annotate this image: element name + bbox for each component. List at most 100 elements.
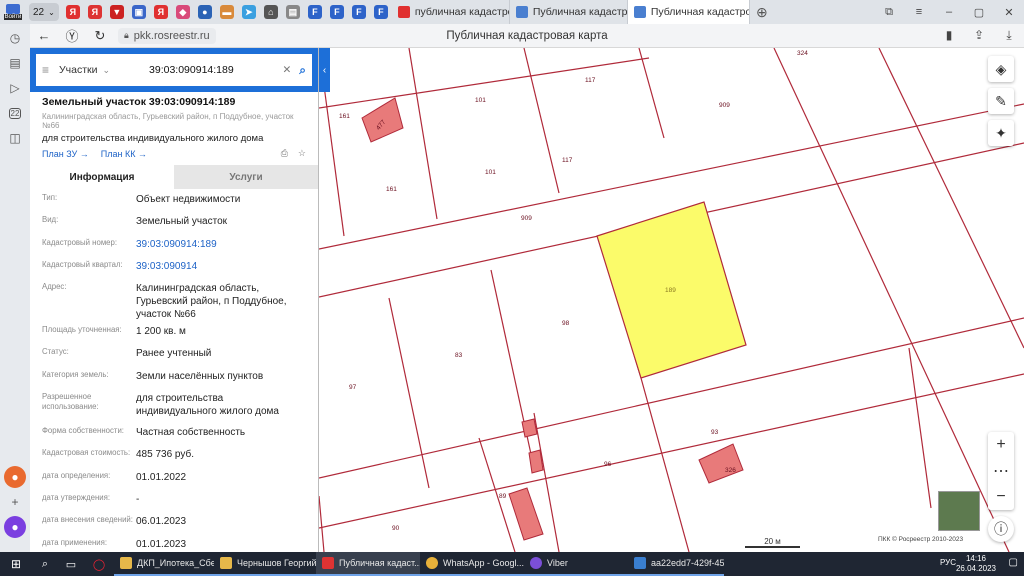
reload-icon[interactable]: ↻: [86, 28, 114, 44]
back-icon[interactable]: ←: [30, 28, 58, 43]
measure-button[interactable]: ✎: [988, 88, 1014, 114]
favicon-tab-11[interactable]: ▤: [283, 2, 303, 22]
yandex-home-icon[interactable]: Ⓨ: [58, 26, 86, 45]
plan-kk-link[interactable]: План КК →: [101, 149, 147, 159]
parcel-line: [319, 373, 1024, 529]
building: [508, 487, 544, 541]
favicon-tab-12[interactable]: F: [305, 2, 325, 22]
taskbar-app-folder-1[interactable]: ДКП_Ипотека_Сбе...: [114, 552, 214, 576]
download-icon[interactable]: ⤓: [994, 28, 1024, 43]
clock-date: 26.04.2023: [955, 564, 996, 573]
browser-tab-1[interactable]: публичная кадастровая: [392, 0, 510, 24]
search-box: ≡ Участки ⌄ 39:03:090914:189 ✕ ⌕: [36, 54, 312, 86]
bookmark-icon[interactable]: ▮: [934, 28, 964, 43]
panel-tabs: Информация Услуги: [30, 165, 318, 189]
layers-icon: ◈: [995, 60, 1007, 77]
taskbar-app-viber[interactable]: Viber: [524, 552, 628, 576]
plan-zu-link[interactable]: План ЗУ →: [42, 149, 89, 159]
favicon-tab-7[interactable]: ●: [195, 2, 215, 22]
history-icon[interactable]: ◷: [4, 27, 26, 49]
clear-icon[interactable]: ✕: [282, 64, 291, 76]
browser-tab-2[interactable]: Публичная кадастровая: [510, 0, 628, 24]
browser-tab-3-active[interactable]: Публичная кадастровая карта ✕: [627, 0, 750, 24]
menu-icon[interactable]: ≡: [904, 6, 934, 18]
zoom-in-button[interactable]: +: [988, 432, 1014, 458]
minimap[interactable]: [938, 491, 980, 531]
layers-button[interactable]: ◈: [988, 56, 1014, 82]
favicon-tab-8[interactable]: ▬: [217, 2, 237, 22]
parcel-line: [490, 269, 535, 469]
chrome-icon: [426, 557, 438, 569]
play-icon[interactable]: ▷: [4, 77, 26, 99]
collections-icon[interactable]: ▤: [4, 52, 26, 74]
language-indicator[interactable]: РУС: [940, 558, 956, 567]
favicon-tab-2[interactable]: Я: [85, 2, 105, 22]
alice-icon[interactable]: ●: [4, 466, 26, 488]
messenger-icon[interactable]: ◫: [4, 127, 26, 149]
favicon-tab-14[interactable]: F: [349, 2, 369, 22]
tab-information[interactable]: Информация: [30, 165, 174, 189]
zoom-out-button[interactable]: −: [988, 484, 1014, 510]
taskbar-app-chrome[interactable]: WhatsApp - Googl...: [420, 552, 524, 576]
favicon-tab-6[interactable]: ◆: [173, 2, 193, 22]
map-icon: [515, 6, 528, 18]
info-row-date-determined: дата определения: 01.01.2022: [42, 470, 187, 483]
tab-counter[interactable]: 22 ⌄: [29, 3, 59, 21]
search-bar: ≡ Участки ⌄ 39:03:090914:189 ✕ ⌕: [30, 48, 318, 92]
parcel-links: План ЗУ → План КК → ⎙ ☆: [42, 148, 306, 159]
favicon-tab-5[interactable]: Я: [151, 2, 171, 22]
yandex-account[interactable]: Войти: [0, 0, 26, 24]
print-icon[interactable]: ⎙: [281, 148, 288, 159]
favicon-tab-3[interactable]: ▼: [107, 2, 127, 22]
taskbar-app-browser[interactable]: Публичная кадаст...: [316, 552, 420, 576]
locate-button[interactable]: ✦: [988, 120, 1014, 146]
favicon-tab-9[interactable]: ➤: [239, 2, 259, 22]
favicon-tab-13[interactable]: F: [327, 2, 347, 22]
close-window-icon[interactable]: ✕: [994, 6, 1024, 19]
search-type-select[interactable]: Участки ⌄: [59, 64, 149, 76]
info-row-permitted-use: Разрешенное использование: для строительс…: [42, 392, 279, 418]
parcel-label: 161: [386, 186, 397, 193]
taskbar-app-folder-2[interactable]: Чернышов Георгий: [214, 552, 316, 576]
favicon-tab-1[interactable]: Я: [63, 2, 83, 22]
parcel-label: 117: [562, 157, 573, 164]
favicon-tab-10[interactable]: ⌂: [261, 2, 281, 22]
bookmarks-icon[interactable]: ⧉: [874, 6, 904, 19]
cadastral-map[interactable]: 324 117 909 161 101 101 161 117 909 189 …: [319, 48, 1024, 552]
parcel-line: [638, 48, 665, 139]
share-icon[interactable]: ⇪: [964, 28, 994, 43]
document-icon: ▤: [285, 5, 300, 19]
search-input[interactable]: 39:03:090914:189: [149, 64, 274, 76]
notifications-icon[interactable]: ▢: [1009, 557, 1018, 568]
bank-icon: ⌂: [263, 5, 278, 19]
lock-icon: 🔒︎: [124, 30, 129, 40]
favicon-tab-15[interactable]: F: [371, 2, 391, 22]
parcel-label: 324: [797, 50, 808, 57]
search-icon[interactable]: ⌕: [32, 558, 58, 571]
maximize-icon[interactable]: ▢: [964, 6, 994, 19]
chevron-left-icon: ‹: [322, 64, 327, 76]
hamburger-icon[interactable]: ≡: [42, 63, 49, 77]
add-icon[interactable]: +: [4, 491, 26, 513]
clock[interactable]: 14:16 26.04.2023: [956, 554, 996, 574]
collapse-panel-button[interactable]: ‹: [319, 48, 330, 92]
windows-start-icon[interactable]: ⊞: [0, 557, 32, 571]
star-icon[interactable]: ☆: [298, 148, 306, 159]
task-view-icon[interactable]: ▭: [58, 558, 84, 571]
login-badge[interactable]: Войти: [3, 14, 23, 20]
favicon-tab-4[interactable]: ▣: [129, 2, 149, 22]
tabs-badge[interactable]: 22: [4, 102, 26, 124]
url-field[interactable]: 🔒︎ pkk.rosreestr.ru: [118, 27, 216, 44]
info-button[interactable]: ⓘ: [988, 516, 1014, 542]
assistant-icon[interactable]: ●: [4, 516, 26, 538]
minimize-icon[interactable]: –: [934, 6, 964, 18]
search-icon[interactable]: ⌕: [299, 63, 306, 78]
map-canvas[interactable]: 324 117 909 161 101 101 161 117 909 189 …: [319, 48, 1024, 552]
opera-icon[interactable]: ◯: [84, 558, 114, 571]
new-tab-button[interactable]: ⊕: [750, 4, 774, 21]
parcel-label: 89: [499, 493, 507, 500]
parcel-line: [408, 48, 438, 220]
taskbar-app-image[interactable]: aa22edd7-429f-450...: [628, 552, 724, 576]
more-button[interactable]: ⋯: [988, 458, 1014, 484]
tab-services[interactable]: Услуги: [174, 165, 318, 189]
